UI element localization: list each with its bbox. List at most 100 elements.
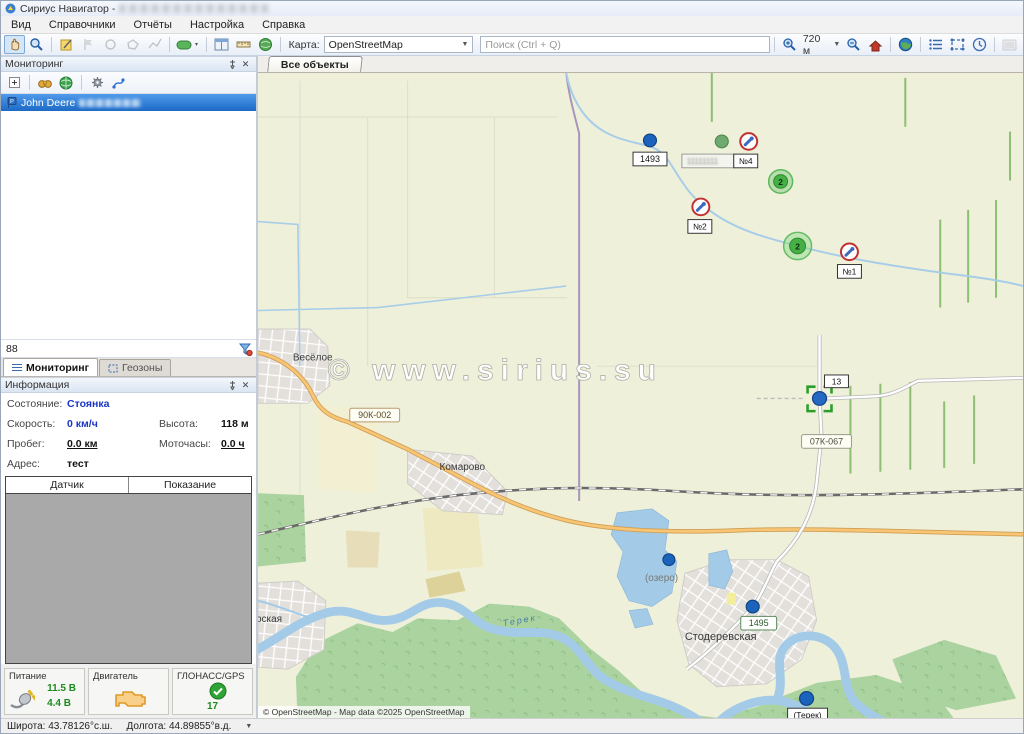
scale-dropdown[interactable]: 720 м ▼ xyxy=(801,33,843,57)
hours-value[interactable]: 0.0 ч xyxy=(221,438,250,450)
chevron-down-icon[interactable]: ▼ xyxy=(245,723,252,730)
info-panel-header: Информация ✕ xyxy=(1,377,256,393)
redacted-marker-label: 11111111 xyxy=(687,157,718,166)
svg-text:№4: №4 xyxy=(739,156,753,166)
engine-gauge: Двигатель xyxy=(88,668,169,715)
add-circle-icon[interactable] xyxy=(100,35,121,54)
svg-text:13: 13 xyxy=(832,377,842,387)
toolbar-separator xyxy=(774,37,775,52)
tab-geozones[interactable]: Геозоны xyxy=(99,359,171,376)
add-polyline-icon[interactable] xyxy=(144,35,165,54)
geozones-frame-icon[interactable] xyxy=(947,35,968,54)
list-icon xyxy=(12,363,22,372)
menu-view[interactable]: Вид xyxy=(11,19,31,31)
speed-label: Скорость: xyxy=(7,418,67,430)
track-color-icon[interactable] xyxy=(174,35,202,54)
sensor-table-body xyxy=(6,494,251,663)
pan-hand-icon[interactable] xyxy=(4,35,25,54)
history-clock-icon[interactable] xyxy=(969,35,990,54)
place-town-cut: рская xyxy=(258,614,282,625)
pin-icon[interactable] xyxy=(226,58,239,70)
hours-label: Моточасы: xyxy=(159,438,221,450)
home-icon[interactable] xyxy=(865,35,886,54)
zoom-out-icon[interactable] xyxy=(843,35,864,54)
main-area: Мониторинг ✕ xyxy=(1,56,1023,718)
filter-input[interactable] xyxy=(3,343,236,355)
pin-icon[interactable] xyxy=(226,379,239,391)
globe-3d-icon[interactable] xyxy=(255,35,276,54)
cluster-marker-b[interactable]: 2 xyxy=(784,232,812,259)
map-panel: Все объекты xyxy=(258,56,1023,718)
app-window: Сириус Навигатор - Вид Справочники Отчёт… xyxy=(0,0,1024,734)
place-stoderevskaya: Стодеревская xyxy=(685,631,757,643)
cluster-marker-a[interactable]: 2 xyxy=(769,170,793,193)
tree-item-vehicle[interactable]: P John Deere xyxy=(1,94,256,111)
place-komarovo: Комарово xyxy=(440,462,486,473)
panels-icon[interactable] xyxy=(211,35,232,54)
filter-funnel-icon[interactable] xyxy=(236,340,254,357)
svg-text:1493: 1493 xyxy=(640,154,660,164)
search-input[interactable] xyxy=(480,36,769,53)
sensor-table-header: Датчик Показание xyxy=(6,477,251,494)
building xyxy=(727,593,736,605)
altitude-label: Высота: xyxy=(159,418,221,430)
window-title: Сириус Навигатор - xyxy=(20,3,115,15)
address-value: тест xyxy=(67,458,250,470)
binoculars-icon[interactable] xyxy=(36,74,54,91)
toolbar-separator xyxy=(920,37,921,52)
statusbar: Широта: 43.78126°с.ш. Долгота: 44.89855°… xyxy=(1,718,1023,733)
monitoring-toolbar xyxy=(1,72,256,94)
close-icon[interactable]: ✕ xyxy=(239,379,252,391)
map-canvas[interactable]: © www.sirius.su Весёлое Комарово Стодере… xyxy=(258,73,1023,718)
internet-map-icon[interactable] xyxy=(895,35,916,54)
marker-1495-point[interactable] xyxy=(746,600,759,613)
toolbar-separator xyxy=(890,37,891,52)
map-source-select[interactable]: OpenStreetMap ▼ xyxy=(324,36,474,53)
map-tabs: Все объекты xyxy=(258,56,1023,73)
edit-map-icon[interactable] xyxy=(56,35,77,54)
tab-all-objects-label: Все объекты xyxy=(281,59,349,71)
speed-value: 0 км/ч xyxy=(67,418,159,430)
reading-col-header[interactable]: Показание xyxy=(129,477,251,493)
sensor-col-header[interactable]: Датчик xyxy=(6,477,129,493)
track-points-icon[interactable] xyxy=(109,74,127,91)
info-panel-title: Информация xyxy=(5,379,226,391)
zoom-in-icon[interactable] xyxy=(779,35,800,54)
app-icon xyxy=(5,3,16,14)
add-polygon-icon[interactable] xyxy=(122,35,143,54)
road-shield-1495: 1495 xyxy=(749,618,769,628)
tab-monitoring[interactable]: Мониторинг xyxy=(3,358,98,376)
mileage-value[interactable]: 0.0 км xyxy=(67,438,159,450)
tab-all-objects[interactable]: Все объекты xyxy=(267,56,362,72)
menu-help[interactable]: Справка xyxy=(262,19,305,31)
frame-icon xyxy=(108,364,118,373)
toolbar-separator xyxy=(280,37,281,52)
map-source-value: OpenStreetMap xyxy=(329,39,403,51)
engine-icon xyxy=(113,686,147,710)
power-gauge: Питание 11.5 В 4.4 В xyxy=(4,668,85,715)
screenshot-icon[interactable] xyxy=(999,35,1020,54)
map-attribution: © OpenStreetMap - Map data ©2025 OpenStr… xyxy=(258,706,470,718)
service-marker-4[interactable] xyxy=(740,133,757,150)
state-label: Состояние: xyxy=(7,398,67,410)
menu-directories[interactable]: Справочники xyxy=(49,19,116,31)
legend-icon[interactable] xyxy=(925,35,946,54)
redacted-title-text xyxy=(119,4,269,13)
zoom-tool-icon[interactable] xyxy=(26,35,47,54)
altitude-value: 118 м xyxy=(221,418,250,430)
menu-reports[interactable]: Отчёты xyxy=(134,19,172,31)
svg-text:2: 2 xyxy=(795,241,800,251)
globe-icon[interactable] xyxy=(57,74,75,91)
add-flag-icon[interactable] xyxy=(78,35,99,54)
toolbar-separator xyxy=(994,37,995,52)
gauges-row: Питание 11.5 В 4.4 В Двигатель xyxy=(1,664,256,718)
menu-settings[interactable]: Настройка xyxy=(190,19,244,31)
close-icon[interactable]: ✕ xyxy=(239,58,252,70)
gear-icon[interactable] xyxy=(88,74,106,91)
svg-text:2: 2 xyxy=(778,177,783,187)
gps-gauge-title: ГЛОНАСС/GPS xyxy=(177,671,248,682)
redacted-vehicle-id xyxy=(79,99,141,107)
expand-tree-icon[interactable] xyxy=(5,74,23,91)
ruler-icon[interactable] xyxy=(233,35,254,54)
marker-lake-point[interactable] xyxy=(663,554,675,566)
